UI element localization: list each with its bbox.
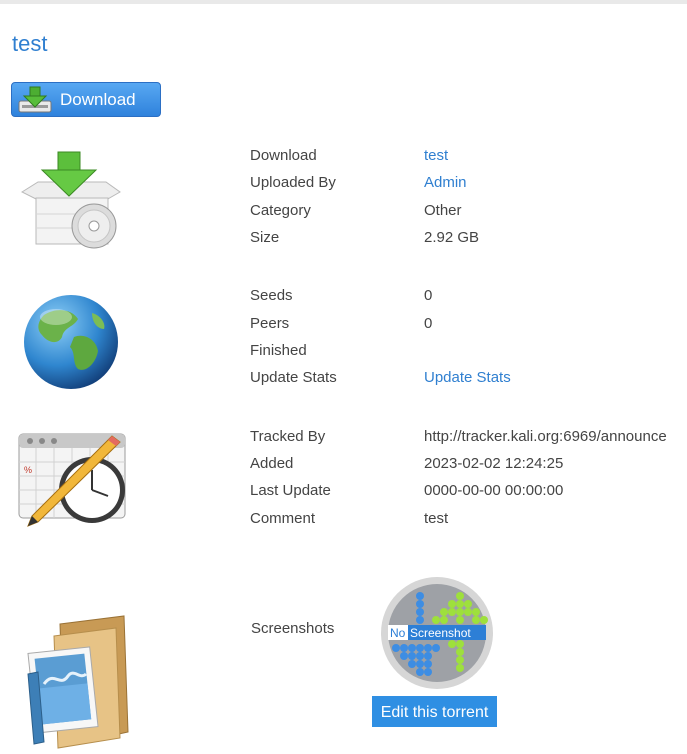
last-update-value: 0000-00-00 00:00:00 <box>424 482 564 499</box>
uploaded-by-label: Uploaded By <box>250 174 336 191</box>
added-value: 2023-02-02 12:24:25 <box>424 455 564 472</box>
finished-label: Finished <box>250 342 307 359</box>
uploader-link[interactable]: Admin <box>424 174 467 191</box>
detail-row-uploaded-by: Uploaded By Admin <box>0 174 687 198</box>
peers-label: Peers <box>250 315 290 332</box>
download-button[interactable]: Download <box>11 82 161 117</box>
stats-row-seeds: Seeds 0 <box>0 287 687 311</box>
detail-row-download: Download test <box>0 147 687 171</box>
stats-row-update: Update Stats Update Stats <box>0 369 687 393</box>
comment-label: Comment <box>250 510 316 527</box>
category-value: Other <box>424 202 462 219</box>
no-text: No <box>390 626 406 640</box>
detail-row-size: Size 2.92 GB <box>0 229 687 253</box>
size-value: 2.92 GB <box>424 229 480 246</box>
peers-value: 0 <box>424 315 433 332</box>
tracker-row-comment: Comment test <box>0 510 687 534</box>
screenshots-label: Screenshots <box>251 620 335 637</box>
download-label: Download <box>250 147 317 164</box>
screenshot-text: Screenshot <box>410 626 471 640</box>
download-button-label: Download <box>60 90 136 109</box>
tracked-by-label: Tracked By <box>250 428 326 445</box>
seeds-value: 0 <box>424 287 433 304</box>
tracker-row-last-update: Last Update 0000-00-00 00:00:00 <box>0 482 687 506</box>
picture-folder-icon <box>24 614 134 754</box>
added-label: Added <box>250 455 294 472</box>
top-border <box>0 0 687 4</box>
seeds-label: Seeds <box>250 287 293 304</box>
stats-row-peers: Peers 0 <box>0 315 687 339</box>
tracker-row-added: Added 2023-02-02 12:24:25 <box>0 455 687 479</box>
tracker-row-tracked-by: Tracked By http://tracker.kali.org:6969/… <box>0 428 687 452</box>
no-screenshot-image: No Screenshot <box>380 576 494 695</box>
download-arrow-icon <box>18 86 52 119</box>
last-update-label: Last Update <box>250 482 331 499</box>
size-label: Size <box>250 229 280 246</box>
comment-value: test <box>424 510 449 527</box>
stats-row-finished: Finished <box>0 342 687 366</box>
download-link[interactable]: test <box>424 147 448 164</box>
update-stats-label: Update Stats <box>250 369 337 386</box>
edit-torrent-button[interactable]: Edit this torrent <box>372 696 497 727</box>
detail-row-category: Category Other <box>0 202 687 226</box>
page-title: test <box>12 31 48 56</box>
category-label: Category <box>250 202 311 219</box>
update-stats-link[interactable]: Update Stats <box>424 369 511 386</box>
tracked-by-value: http://tracker.kali.org:6969/announce <box>424 428 667 445</box>
